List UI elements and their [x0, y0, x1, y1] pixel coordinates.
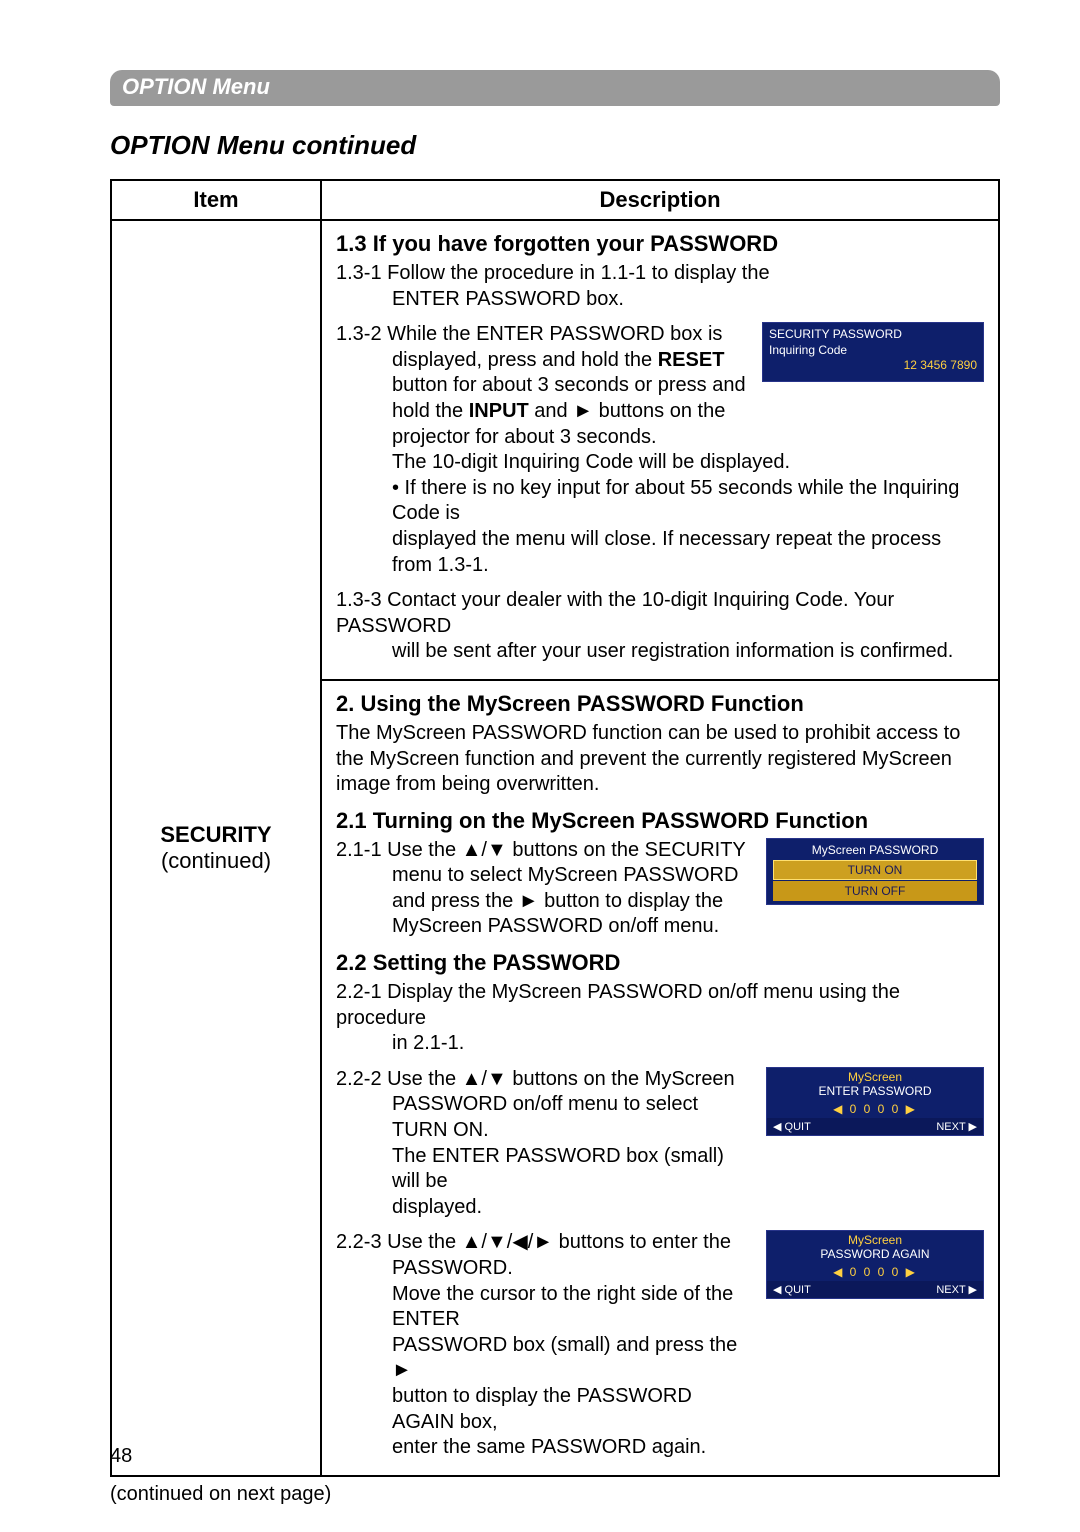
item-sub: (continued): [118, 848, 314, 874]
text: 1.3-2 While the ENTER PASSWORD box is: [336, 323, 722, 345]
panel-title: MyScreen: [767, 1231, 983, 1247]
banner-text: OPTION Menu: [122, 74, 270, 99]
option-table: Item Description SECURITY (continued) 1.…: [110, 179, 1000, 1477]
panel-subtitle: PASSWORD AGAIN: [767, 1247, 983, 1263]
next-label: NEXT ▶: [936, 1120, 977, 1133]
reset-label: RESET: [658, 349, 725, 371]
text: 1.3-1 Follow the procedure in 1.1-1 to d…: [336, 262, 770, 284]
panel-title: MyScreen PASSWORD: [769, 841, 981, 859]
turn-on-option: TURN ON: [773, 860, 977, 880]
heading-2-2: 2.2 Setting the PASSWORD: [336, 950, 984, 976]
section-1-3: 1.3 If you have forgotten your PASSWORD …: [322, 221, 998, 679]
text: PASSWORD box (small) and press the ►: [392, 1334, 737, 1382]
page-subtitle: OPTION Menu continued: [110, 130, 1000, 161]
text: The ENTER PASSWORD box (small) will be: [392, 1145, 724, 1193]
text: will be sent after your user registratio…: [336, 639, 984, 665]
panel-title: SECURITY PASSWORD: [769, 327, 977, 343]
text: PASSWORD.: [392, 1257, 513, 1279]
inquiring-code-panel: SECURITY PASSWORD Inquiring Code 12 3456…: [762, 322, 984, 382]
text: enter the same PASSWORD again.: [392, 1436, 706, 1458]
text: ENTER PASSWORD box.: [336, 287, 984, 313]
password-digits: ◀ 0 0 0 0 ▶: [767, 1100, 983, 1118]
quit-label: ◀ QUIT: [773, 1120, 811, 1133]
text: displayed the menu will close. If necess…: [392, 528, 941, 576]
text: hold the: [392, 400, 469, 422]
text: 2.1-1 Use the ▲/▼ buttons on the SECURIT…: [336, 839, 746, 861]
heading-2: 2. Using the MyScreen PASSWORD Function: [336, 691, 984, 717]
text: in 2.1-1.: [336, 1031, 984, 1057]
item-cell: SECURITY (continued): [111, 220, 321, 1476]
page-number: 48: [110, 1445, 132, 1468]
myscreen-onoff-panel: MyScreen PASSWORD TURN ON TURN OFF: [766, 838, 984, 905]
text: 2.2-1 Display the MyScreen PASSWORD on/o…: [336, 981, 900, 1029]
panel-title: MyScreen: [767, 1068, 983, 1084]
text: Move the cursor to the right side of the…: [392, 1283, 733, 1331]
text: displayed.: [392, 1196, 482, 1218]
text: menu to select MyScreen PASSWORD: [392, 864, 738, 886]
turn-off-option: TURN OFF: [773, 881, 977, 901]
text: The MyScreen PASSWORD function can be us…: [336, 721, 984, 798]
password-again-panel: MyScreen PASSWORD AGAIN ◀ 0 0 0 0 ▶ ◀ QU…: [766, 1230, 984, 1299]
panel-subtitle: ENTER PASSWORD: [767, 1084, 983, 1100]
text: 1.3-3 Contact your dealer with the 10-di…: [336, 589, 894, 637]
text: The 10-digit Inquiring Code will be disp…: [392, 451, 790, 473]
text: PASSWORD on/off menu to select TURN ON.: [392, 1093, 698, 1141]
next-label: NEXT ▶: [936, 1283, 977, 1296]
text: button for about 3 seconds or press and: [392, 374, 746, 396]
quit-label: ◀ QUIT: [773, 1283, 811, 1296]
text: and ► buttons on the: [529, 400, 726, 422]
text: • If there is no key input for about 55 …: [392, 477, 959, 525]
panel-subtitle: Inquiring Code: [769, 343, 977, 359]
inquiring-code-value: 12 3456 7890: [769, 358, 977, 374]
item-main: SECURITY: [118, 822, 314, 848]
continued-note: (continued on next page): [110, 1483, 1000, 1506]
section-2: 2. Using the MyScreen PASSWORD Function …: [322, 681, 998, 1475]
text: 2.2-3 Use the ▲/▼/◀/► buttons to enter t…: [336, 1231, 731, 1253]
enter-password-panel: MyScreen ENTER PASSWORD ◀ 0 0 0 0 ▶ ◀ QU…: [766, 1067, 984, 1136]
heading-2-1: 2.1 Turning on the MyScreen PASSWORD Fun…: [336, 808, 984, 834]
text: button to display the PASSWORD AGAIN box…: [392, 1385, 692, 1433]
text: MyScreen PASSWORD on/off menu.: [392, 915, 719, 937]
heading-1-3: 1.3 If you have forgotten your PASSWORD: [336, 231, 984, 257]
password-digits: ◀ 0 0 0 0 ▶: [767, 1263, 983, 1281]
col-desc-header: Description: [321, 180, 999, 220]
input-label: INPUT: [469, 400, 529, 422]
section-banner: OPTION Menu: [110, 70, 1000, 106]
col-item-header: Item: [111, 180, 321, 220]
text: projector for about 3 seconds.: [392, 426, 657, 448]
text: 2.2-2 Use the ▲/▼ buttons on the MyScree…: [336, 1068, 735, 1090]
text: displayed, press and hold the: [392, 349, 658, 371]
text: and press the ► button to display the: [392, 890, 723, 912]
